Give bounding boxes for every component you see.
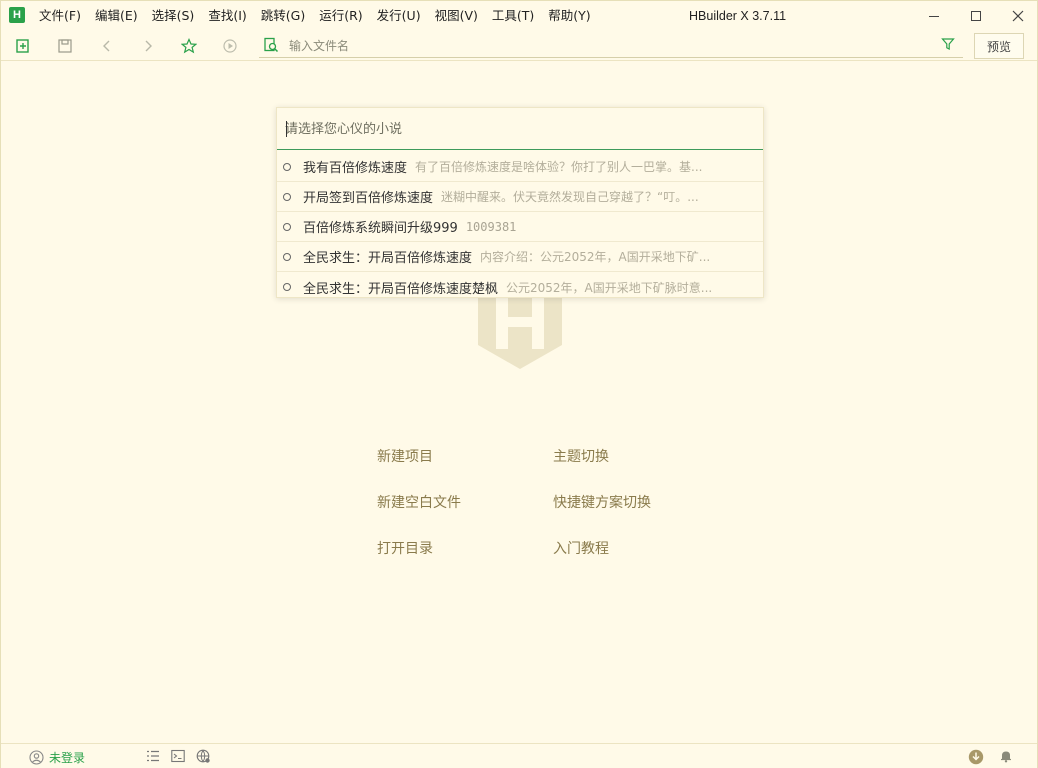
forward-icon (145, 40, 152, 52)
menu-run[interactable]: 运行(R) (312, 1, 369, 31)
new-project-link[interactable]: 新建项目 (377, 446, 433, 466)
result-bullet-icon (283, 283, 291, 291)
result-desc: 有了百倍修炼速度是啥体验？你打了别人一巴掌。基... (415, 160, 703, 174)
new-blank-file-link[interactable]: 新建空白文件 (377, 492, 461, 512)
user-icon (29, 750, 44, 765)
login-text: 未登录 (49, 751, 86, 765)
result-item[interactable]: 全民求生：开局百倍修炼速度楚枫 公元2052年，A国开采地下矿脉时意... (277, 272, 763, 302)
outline-button[interactable] (146, 749, 160, 763)
list-icon (147, 750, 159, 762)
back-button[interactable] (97, 36, 117, 56)
result-desc: 公元2052年，A国开采地下矿脉时意... (506, 280, 713, 295)
download-icon (968, 749, 984, 765)
keymap-switch-link[interactable]: 快捷键方案切换 (553, 492, 651, 512)
menu-find[interactable]: 查找(I) (201, 1, 253, 31)
menu-goto[interactable]: 跳转(G) (254, 1, 312, 31)
result-desc: 内容介绍：公元2052年，A国开采地下矿... (480, 250, 711, 264)
forward-button[interactable] (138, 36, 158, 56)
favorite-button[interactable] (179, 36, 199, 56)
close-icon (1012, 10, 1024, 22)
terminal-icon (171, 749, 185, 763)
result-bullet-icon (283, 192, 291, 201)
result-title: 百倍修炼系统瞬间升级999 (303, 221, 458, 236)
menu-view[interactable]: 视图(V) (428, 1, 485, 31)
file-search-input[interactable] (289, 36, 929, 56)
window-title: HBuilder X 3.7.11 (689, 9, 787, 23)
menu-tools[interactable]: 工具(T) (485, 1, 541, 31)
result-item[interactable]: 百倍修炼系统瞬间升级999 1009381 (277, 212, 763, 242)
result-item[interactable]: 全民求生：开局百倍修炼速度 内容介绍：公元2052年，A国开采地下矿... (277, 242, 763, 272)
run-icon (223, 39, 237, 53)
result-bullet-icon (283, 162, 291, 171)
browser-button[interactable] (196, 749, 211, 764)
quick-open-panel: 我有百倍修炼速度 有了百倍修炼速度是啥体验？你打了别人一巴掌。基... 开局签到… (276, 107, 764, 298)
quick-open-results: 我有百倍修炼速度 有了百倍修炼速度是啥体验？你打了别人一巴掌。基... 开局签到… (277, 152, 763, 302)
close-button[interactable] (995, 1, 1038, 31)
result-bullet-icon (283, 222, 291, 231)
result-item[interactable]: 开局签到百倍修炼速度 迷糊中醒来。伏天竟然发现自己穿越了？“叮。... (277, 182, 763, 212)
text-caret (286, 121, 287, 137)
new-file-icon (16, 39, 29, 53)
minimize-button[interactable] (911, 1, 957, 31)
status-bar: 未登录 (1, 743, 1037, 768)
result-bullet-icon (283, 252, 291, 261)
menu-file[interactable]: 文件(F) (32, 1, 88, 31)
app-window: H 文件(F) 编辑(E) 选择(S) 查找(I) 跳转(G) 运行(R) 发行… (0, 0, 1038, 768)
quick-open-input-wrap (277, 108, 763, 150)
filter-icon[interactable] (941, 37, 955, 51)
result-desc: 1009381 (465, 219, 517, 234)
result-title: 全民求生：开局百倍修炼速度楚枫 (303, 281, 499, 297)
star-icon (181, 38, 197, 54)
menu-edit[interactable]: 编辑(E) (88, 1, 145, 31)
preview-button[interactable]: 预览 (974, 33, 1024, 59)
menu-help[interactable]: 帮助(Y) (541, 1, 597, 31)
hbuilder-logo-icon: H (9, 7, 25, 23)
bell-icon (1001, 751, 1011, 763)
result-title: 开局签到百倍修炼速度 (303, 191, 434, 206)
menu-select[interactable]: 选择(S) (145, 1, 202, 31)
save-button[interactable] (55, 36, 75, 56)
result-item[interactable]: 我有百倍修炼速度 有了百倍修炼速度是啥体验？你打了别人一巴掌。基... (277, 152, 763, 182)
login-status[interactable]: 未登录 (29, 749, 85, 766)
quick-open-input[interactable] (285, 119, 755, 139)
menu-publish[interactable]: 发行(U) (370, 1, 428, 31)
run-button[interactable] (220, 36, 240, 56)
result-title: 全民求生：开局百倍修炼速度 (303, 251, 473, 266)
back-icon (103, 40, 110, 52)
file-search-box (259, 34, 963, 58)
notification-button[interactable] (999, 749, 1013, 763)
maximize-button[interactable] (953, 1, 999, 31)
new-file-button[interactable] (13, 36, 33, 56)
download-button[interactable] (968, 749, 984, 765)
maximize-icon (971, 11, 981, 21)
tutorial-link[interactable]: 入门教程 (553, 538, 609, 558)
open-directory-link[interactable]: 打开目录 (377, 538, 433, 558)
minimize-icon (929, 15, 939, 17)
menu-bar: 文件(F) 编辑(E) 选择(S) 查找(I) 跳转(G) 运行(R) 发行(U… (32, 1, 598, 31)
file-search-icon (264, 37, 279, 53)
theme-switch-link[interactable]: 主题切换 (553, 446, 609, 466)
result-desc: 迷糊中醒来。伏天竟然发现自己穿越了？“叮。... (441, 190, 699, 204)
terminal-button[interactable] (171, 749, 185, 763)
globe-icon (196, 749, 210, 763)
save-icon (58, 39, 72, 53)
result-title: 我有百倍修炼速度 (303, 161, 408, 176)
title-bar: H 文件(F) 编辑(E) 选择(S) 查找(I) 跳转(G) 运行(R) 发行… (1, 1, 1037, 31)
